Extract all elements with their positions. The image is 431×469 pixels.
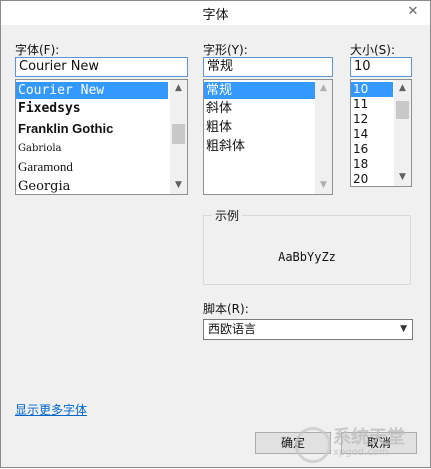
font-item-fixedsys[interactable]: Fixedsys (16, 100, 81, 117)
style-input[interactable]: 常规 (203, 57, 333, 77)
size-item[interactable]: 20 (351, 172, 368, 186)
style-list[interactable]: 常规 斜体 粗体 粗斜体 ▲ ▼ (203, 79, 333, 195)
dialog-title: 字体 (202, 8, 229, 23)
font-dialog: 字体 ✕ 字体(F): Courier New Courier New Fixe… (0, 0, 431, 468)
scroll-up-icon[interactable]: ▲ (315, 80, 332, 97)
font-label: 字体(F): (15, 43, 60, 57)
style-item-bold[interactable]: 粗体 (204, 119, 232, 136)
size-list-scrollbar[interactable]: ▲ ▼ (394, 80, 411, 186)
size-label: 大小(S): (350, 43, 396, 57)
size-input[interactable]: 10 (350, 57, 412, 77)
font-item-franklin-gothic[interactable]: Franklin Gothic (16, 120, 113, 137)
size-item[interactable]: 11 (351, 97, 368, 112)
font-list-scrollbar[interactable]: ▲ ▼ (170, 80, 187, 194)
scroll-down-icon[interactable]: ▼ (170, 177, 187, 194)
font-item-courier-new[interactable]: Courier New (16, 82, 168, 99)
size-item[interactable]: 18 (351, 157, 368, 172)
script-select[interactable]: 西欧语言 ▼ (203, 319, 413, 340)
scroll-thumb[interactable] (396, 101, 409, 119)
scroll-thumb[interactable] (172, 124, 185, 144)
font-item-garamond[interactable]: Garamond (16, 158, 73, 175)
sample-text: AaBbYyZz (278, 250, 336, 264)
script-label: 脚本(R): (203, 302, 249, 316)
size-item[interactable]: 10 (351, 82, 393, 97)
watermark-logo-icon (295, 427, 331, 463)
sample-group: 示例 AaBbYyZz (203, 207, 411, 285)
font-input[interactable]: Courier New (15, 57, 188, 77)
close-icon[interactable]: ✕ (402, 3, 424, 21)
scroll-down-icon[interactable]: ▼ (394, 169, 411, 186)
script-select-value: 西欧语言 (208, 322, 257, 336)
font-item-gabriola[interactable]: Gabriola (16, 140, 62, 157)
style-list-scrollbar[interactable]: ▲ ▼ (315, 80, 332, 194)
title-bar: 字体 ✕ (1, 1, 430, 25)
size-item[interactable]: 16 (351, 142, 368, 157)
sample-label: 示例 (212, 207, 243, 224)
size-item[interactable]: 14 (351, 127, 368, 142)
chevron-down-icon: ▼ (400, 324, 407, 334)
size-list[interactable]: 10 11 12 14 16 18 20 ▲ ▼ (350, 79, 412, 187)
watermark-url: xpgod.com (333, 447, 389, 458)
style-item-bold-italic[interactable]: 粗斜体 (204, 138, 245, 155)
font-list[interactable]: Courier New Fixedsys Franklin Gothic Gab… (15, 79, 188, 195)
show-more-fonts-link[interactable]: 显示更多字体 (15, 401, 87, 418)
size-item[interactable]: 12 (351, 112, 368, 127)
style-label: 字形(Y): (203, 43, 248, 57)
style-item-italic[interactable]: 斜体 (204, 100, 232, 117)
font-item-georgia[interactable]: Georgia (16, 178, 70, 194)
scroll-down-icon[interactable]: ▼ (315, 177, 332, 194)
scroll-up-icon[interactable]: ▲ (394, 80, 411, 97)
watermark-text: 系统天堂 (333, 427, 405, 448)
watermark: 系统天堂 xpgod.com (289, 415, 429, 469)
style-item-regular[interactable]: 常规 (204, 82, 315, 99)
scroll-up-icon[interactable]: ▲ (170, 80, 187, 97)
